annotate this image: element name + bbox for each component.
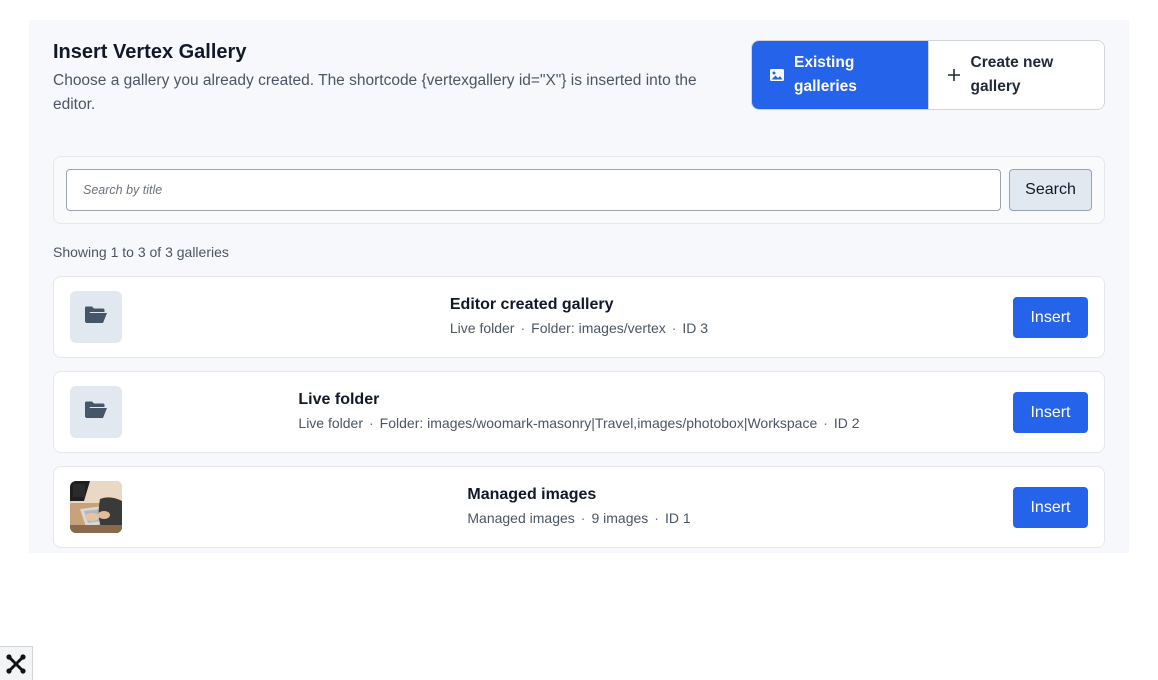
gallery-row: Managed images Managed images · 9 images · I… <box>53 466 1105 548</box>
gallery-folder: Folder: images/woomark-masonry|Travel,im… <box>379 415 818 431</box>
insert-gallery-panel: Insert Vertex Gallery Choose a gallery y… <box>29 20 1129 553</box>
gallery-meta: Live folder · Folder: images/woomark-mason… <box>298 414 859 432</box>
image-icon <box>768 66 786 84</box>
header-text: Insert Vertex Gallery Choose a gallery y… <box>53 40 733 117</box>
header: Insert Vertex Gallery Choose a gallery y… <box>53 40 1105 136</box>
gallery-row: Live folder Live folder · Folder: images/w… <box>53 371 1105 453</box>
mode-switch: Existing galleries Create new gallery <box>751 40 1105 110</box>
joomla-badge[interactable] <box>0 646 33 680</box>
gallery-meta: Live folder · Folder: images/vertex · ID 3 <box>450 319 708 337</box>
insert-button[interactable]: Insert <box>1013 487 1088 528</box>
existing-galleries-button[interactable]: Existing galleries <box>752 41 928 109</box>
gallery-row: Editor created gallery Live folder · Folde… <box>53 276 1105 358</box>
folder-icon <box>84 400 108 425</box>
meta-separator: · <box>369 415 374 431</box>
gallery-source: Managed images <box>467 510 575 526</box>
meta-separator: · <box>823 415 828 431</box>
search-button[interactable]: Search <box>1009 169 1092 211</box>
gallery-list: Editor created gallery Live folder · Folde… <box>53 276 1105 548</box>
search-input[interactable] <box>66 169 1001 211</box>
folder-icon <box>84 305 108 330</box>
result-count: Showing 1 to 3 of 3 galleries <box>53 244 229 260</box>
create-new-gallery-label: Create new gallery <box>970 54 1054 95</box>
gallery-title: Managed images <box>467 486 597 503</box>
gallery-folder: Folder: images/vertex <box>531 320 666 336</box>
joomla-logo-icon <box>6 653 26 674</box>
gallery-thumbnail <box>70 386 122 438</box>
gallery-id: ID 1 <box>664 510 691 526</box>
page-title: Insert Vertex Gallery <box>53 41 247 63</box>
existing-galleries-label: Existing galleries <box>794 54 857 95</box>
gallery-meta: Managed images · 9 images · ID 1 <box>467 509 690 527</box>
create-new-gallery-button[interactable]: Create new gallery <box>927 41 1104 109</box>
gallery-id: ID 3 <box>682 320 709 336</box>
meta-separator: · <box>520 320 526 336</box>
gallery-thumbnail <box>70 291 122 343</box>
gallery-info: Live folder Live folder · Folder: images/w… <box>54 390 1104 433</box>
meta-separator: · <box>671 320 677 336</box>
gallery-id: ID 2 <box>833 415 860 431</box>
gallery-info: Editor created gallery Live folder · Folde… <box>54 295 1104 338</box>
gallery-image-count: 9 images <box>591 510 649 526</box>
insert-button[interactable]: Insert <box>1013 297 1088 338</box>
meta-separator: · <box>654 510 659 526</box>
insert-button[interactable]: Insert <box>1013 392 1088 433</box>
gallery-title: Editor created gallery <box>449 296 614 313</box>
meta-separator: · <box>580 510 586 526</box>
photo-thumbnail <box>70 481 122 533</box>
gallery-title: Live folder <box>298 391 380 408</box>
search-bar: Search <box>53 156 1105 224</box>
gallery-thumbnail <box>70 481 122 533</box>
gallery-info: Managed images Managed images · 9 images · I… <box>54 485 1104 528</box>
gallery-source: Live folder <box>449 320 515 336</box>
plus-icon <box>945 66 963 84</box>
page-description: Choose a gallery you already created. Th… <box>53 72 697 113</box>
gallery-source: Live folder <box>298 415 363 431</box>
